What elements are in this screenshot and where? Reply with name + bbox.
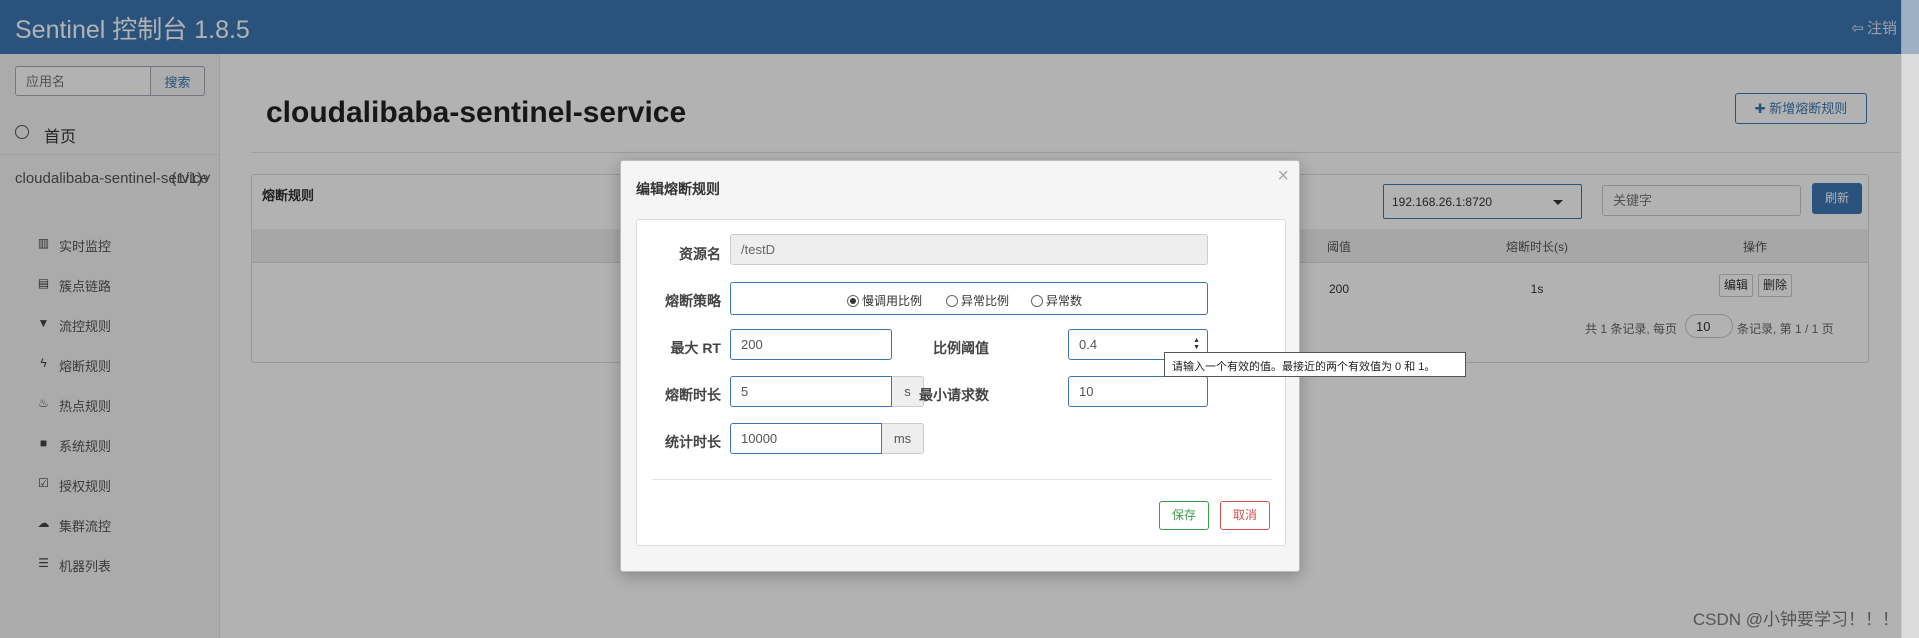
radio-exception-count[interactable]: 异常数 — [1031, 292, 1082, 309]
validation-tooltip: 请输入一个有效的值。最接近的两个有效值为 0 和 1。 — [1164, 352, 1466, 377]
min-request-label: 最小请求数 — [919, 387, 989, 403]
form-divider — [652, 479, 1272, 480]
resource-field: /testD — [730, 234, 1208, 265]
stat-interval-unit: ms — [882, 423, 924, 454]
duration-input[interactable]: 5 — [730, 376, 892, 407]
max-rt-label: 最大 RT — [670, 340, 721, 356]
radio-unselected-icon — [946, 295, 958, 307]
duration-label: 熔断时长 — [665, 387, 721, 403]
watermark: CSDN @小钟要学习！！！ — [1692, 610, 1899, 629]
close-icon[interactable]: × — [1277, 165, 1289, 188]
stat-interval-input[interactable]: 10000 — [730, 423, 882, 454]
dialog-title: 编辑熔断规则 — [636, 181, 720, 197]
rule-form: 资源名 /testD 熔断策略 慢调用比例 异常比例 异常数 最大 RT 200… — [636, 219, 1286, 546]
ratio-threshold-label: 比例阈值 — [933, 340, 989, 356]
radio-exception-ratio[interactable]: 异常比例 — [946, 292, 1009, 309]
radio-slow-ratio[interactable]: 慢调用比例 — [847, 292, 922, 309]
strategy-radio-group: 慢调用比例 异常比例 异常数 — [730, 282, 1208, 315]
stat-interval-label: 统计时长 — [665, 434, 721, 450]
resource-label: 资源名 — [679, 246, 721, 262]
page-scrollbar[interactable] — [1901, 0, 1919, 638]
radio-unselected-icon — [1031, 295, 1043, 307]
max-rt-input[interactable]: 200 — [730, 329, 892, 360]
ratio-threshold-value: 0.4 — [1079, 337, 1098, 352]
save-button[interactable]: 保存 — [1159, 501, 1209, 530]
radio-selected-icon — [847, 295, 859, 307]
strategy-label: 熔断策略 — [665, 293, 721, 309]
cancel-button[interactable]: 取消 — [1220, 501, 1270, 530]
number-spinner-icon[interactable]: ▲ ▼ — [1193, 337, 1200, 351]
min-request-input[interactable]: 10 — [1068, 376, 1208, 407]
